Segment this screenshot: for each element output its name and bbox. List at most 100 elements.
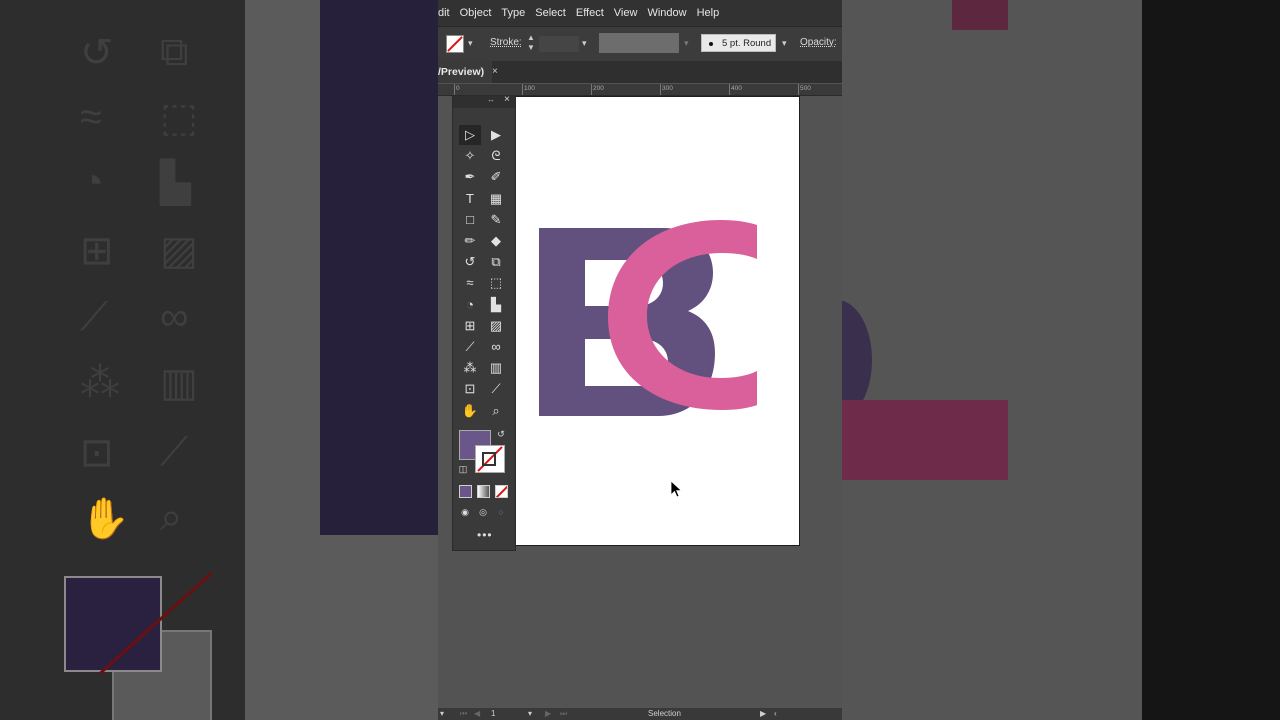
menu-edit[interactable]: dit <box>438 7 458 19</box>
profile-dropdown-icon[interactable]: ▾ <box>684 38 689 49</box>
illustrator-window: dit Object Type Select Effect View Windo… <box>438 0 842 720</box>
ghost-rotate-icon: ↺ <box>80 31 114 75</box>
column-graph-tool-icon[interactable]: ▥ <box>485 358 507 378</box>
menu-effect[interactable]: Effect <box>576 7 612 19</box>
menu-view[interactable]: View <box>614 7 646 19</box>
hand-tool-icon[interactable]: ✋ <box>459 401 481 421</box>
gradient-mode-icon[interactable] <box>477 485 490 498</box>
selection-tool-icon[interactable]: ▷ <box>459 125 481 145</box>
menu-select[interactable]: Select <box>535 7 574 19</box>
variable-width-profile[interactable] <box>599 33 679 53</box>
mouse-pointer-icon <box>670 480 683 498</box>
grid-tool-icon[interactable]: ▦ <box>485 189 507 209</box>
ghost-transform-icon: ⬚ <box>160 96 198 140</box>
zoom-tool-icon[interactable]: ⌕ <box>485 401 507 421</box>
collapse-panel-icon[interactable]: ↔ <box>487 95 495 104</box>
bc-logo[interactable] <box>516 97 799 545</box>
slice-tool-icon[interactable]: ⟋ <box>485 379 507 399</box>
first-page-icon[interactable]: ⏮ <box>460 709 467 719</box>
gradient-tool-icon[interactable]: ▨ <box>485 316 507 336</box>
warp-tool-icon[interactable]: ≈ <box>459 273 481 293</box>
eraser-tool-icon[interactable]: ◆ <box>485 231 507 251</box>
page-number[interactable]: 1 <box>491 709 495 718</box>
none-mode-icon[interactable] <box>495 485 508 498</box>
ruler-tick: 0 <box>456 85 460 92</box>
rotate-tool-icon[interactable]: ↺ <box>459 252 481 272</box>
brush-definition-select[interactable]: 5 pt. Round <box>701 34 776 52</box>
default-colors-icon[interactable]: ◫ <box>457 463 469 475</box>
blend-tool-icon[interactable]: ∞ <box>485 337 507 357</box>
artboard[interactable] <box>515 96 800 546</box>
ruler-tick: 200 <box>593 85 604 92</box>
opacity-label[interactable]: Opacity: <box>800 37 837 48</box>
menu-object[interactable]: Object <box>460 7 500 19</box>
stroke-weight-input[interactable] <box>539 36 579 52</box>
stroke-weight-dropdown-icon[interactable]: ▾ <box>582 38 587 49</box>
shape-builder-tool-icon[interactable]: ◔ <box>459 295 481 315</box>
ghost-zoom-icon: ⌕ <box>160 495 183 539</box>
background-pink-top <box>952 0 1008 30</box>
background-gray-area <box>842 0 1142 720</box>
edit-toolbar-icon[interactable]: ••• <box>477 528 493 542</box>
eyedropper-tool-icon[interactable]: ⟋ <box>459 337 481 357</box>
status-mode-label: Selection <box>648 709 681 718</box>
ruler-tick: 500 <box>800 85 811 92</box>
free-transform-tool-icon[interactable]: ⬚ <box>485 273 507 293</box>
close-panel-icon[interactable]: × <box>504 94 510 105</box>
menu-help[interactable]: Help <box>697 7 728 19</box>
status-play-icon[interactable]: ▶ <box>760 709 766 718</box>
brush-dropdown-icon[interactable]: ▾ <box>782 38 787 49</box>
ghost-perspective-icon: ▙ <box>160 161 191 205</box>
ghost-graph-icon: ▥ <box>160 361 198 405</box>
ruler-tick: 400 <box>731 85 742 92</box>
menu-type[interactable]: Type <box>501 7 533 19</box>
last-page-icon[interactable]: ⏭ <box>560 709 567 719</box>
artboard-tool-icon[interactable]: ⊡ <box>459 379 481 399</box>
document-tab[interactable]: /Preview) <box>438 61 493 83</box>
stroke-weight-spinner-icon[interactable]: ▲ ▼ <box>526 33 536 55</box>
tools-panel-header[interactable]: ↔ × <box>453 94 515 108</box>
stroke-color-dropdown-icon[interactable]: ▾ <box>468 38 473 49</box>
pencil-tool-icon[interactable]: ✏ <box>459 231 481 251</box>
draw-behind-icon[interactable]: ◎ <box>477 506 489 518</box>
ruler-tick: 300 <box>662 85 673 92</box>
ghost-slice-icon: ⟋ <box>160 430 188 474</box>
control-bar: ▾ Stroke: ▲ ▼ ▾ ▾ 5 pt. Round ▾ Opacity: <box>438 26 842 62</box>
curvature-tool-icon[interactable]: ✐ <box>485 167 507 187</box>
menu-bar: dit Object Type Select Effect View Windo… <box>438 0 842 26</box>
next-page-icon[interactable]: ▶ <box>545 709 551 718</box>
symbol-sprayer-tool-icon[interactable]: ⁂ <box>459 358 481 378</box>
ghost-scale-icon: ⧉ <box>160 30 189 74</box>
document-tab-title: /Preview) <box>438 66 485 78</box>
background-zoom-right <box>842 0 1280 720</box>
ghost-eyedropper-icon: ⟋ <box>80 295 108 339</box>
pen-tool-icon[interactable]: ✒ <box>459 167 481 187</box>
status-back-icon[interactable]: ‹ <box>774 709 777 718</box>
scale-tool-icon[interactable]: ⧉ <box>485 252 507 272</box>
ghost-shape-builder-icon: ◔ <box>80 160 105 204</box>
background-pink-shape <box>842 400 1008 480</box>
color-mode-icon[interactable] <box>459 485 472 498</box>
rectangle-tool-icon[interactable]: □ <box>459 210 481 230</box>
direct-selection-tool-icon[interactable]: ▶ <box>485 125 507 145</box>
paintbrush-tool-icon[interactable]: ✎ <box>485 210 507 230</box>
perspective-grid-tool-icon[interactable]: ▙ <box>485 295 507 315</box>
document-tab-bar: /Preview) × <box>438 61 842 83</box>
ruler-tick: 100 <box>524 85 535 92</box>
tab-close-icon[interactable]: × <box>492 61 498 83</box>
prev-page-icon[interactable]: ◀ <box>474 709 480 718</box>
stroke-label[interactable]: Stroke: <box>490 37 522 48</box>
ghost-warp-icon: ≈ <box>80 95 102 139</box>
zoom-dropdown-icon[interactable]: ▾ <box>440 709 444 718</box>
menu-window[interactable]: Window <box>647 7 694 19</box>
swap-fill-stroke-icon[interactable]: ↺ <box>495 428 507 440</box>
lasso-tool-icon[interactable]: ᘓ <box>485 146 507 166</box>
mesh-tool-icon[interactable]: ⊞ <box>459 316 481 336</box>
type-tool-icon[interactable]: T <box>459 189 481 209</box>
magic-wand-tool-icon[interactable]: ✧ <box>459 146 481 166</box>
stroke-none-icon[interactable] <box>446 35 464 53</box>
page-dropdown-icon[interactable]: ▾ <box>528 709 532 718</box>
draw-normal-icon[interactable]: ◉ <box>459 506 471 518</box>
stroke-color-swatch[interactable] <box>475 445 505 473</box>
draw-inside-icon[interactable]: ○ <box>495 506 507 518</box>
